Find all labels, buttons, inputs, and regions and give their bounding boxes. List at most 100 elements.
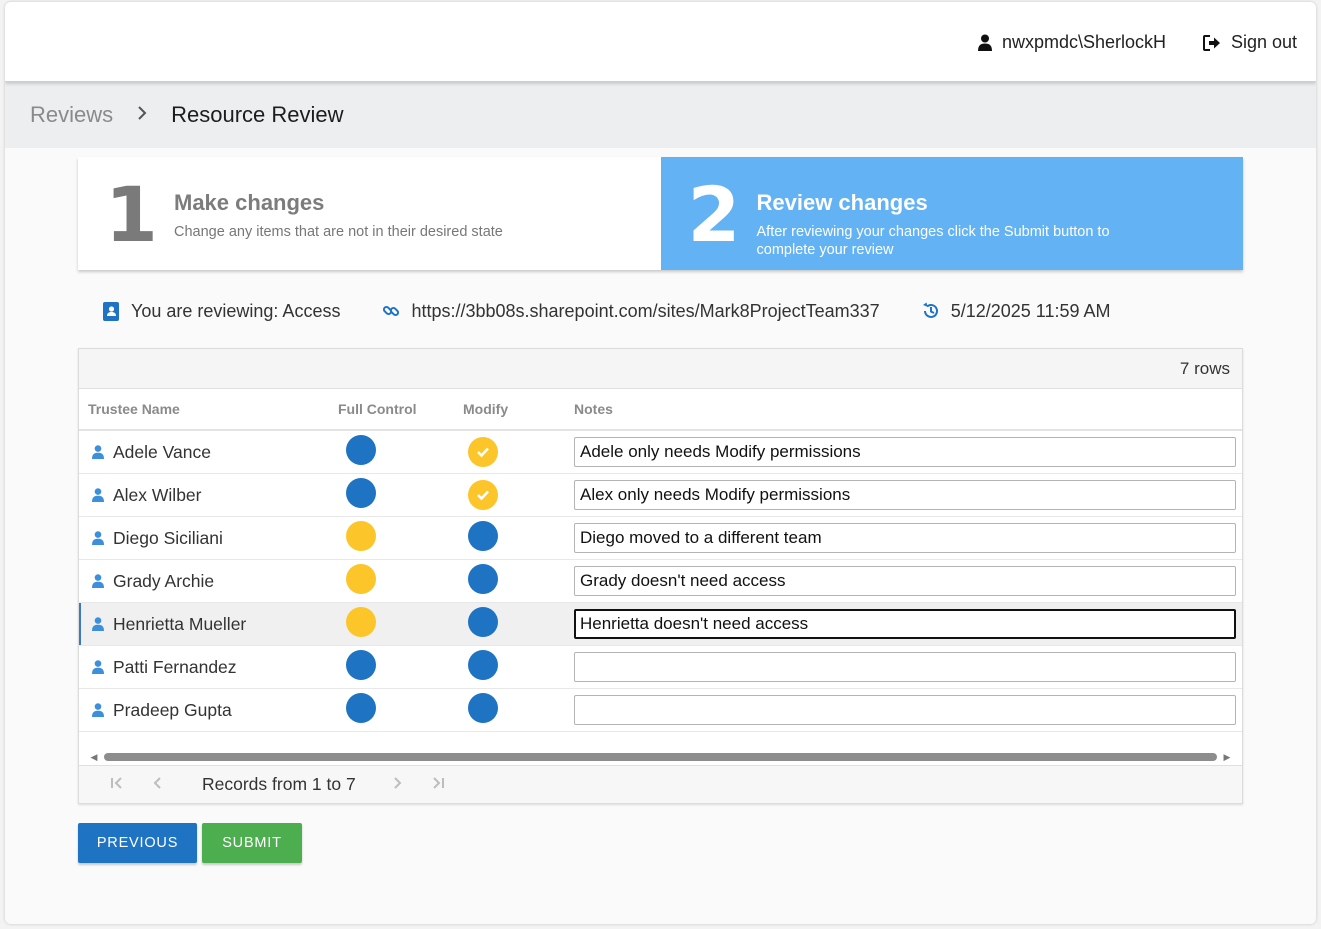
pager: Records from 1 to 7	[79, 765, 1242, 803]
timestamp-item: 5/12/2025 11:59 AM	[922, 301, 1111, 322]
user-icon	[977, 34, 992, 51]
full-control-blue-dot[interactable]	[346, 692, 376, 723]
column-header-full-control[interactable]: Full Control	[338, 401, 463, 417]
horizontal-scrollbar[interactable]: ◀ ▶	[87, 750, 1234, 764]
trustee-name: Pradeep Gupta	[113, 699, 232, 720]
notes-cell: Adele only needs Modify permissions	[574, 437, 1242, 467]
sign-out-label: Sign out	[1230, 32, 1297, 52]
user-icon	[92, 574, 104, 588]
notes-cell: Henrietta doesn't need access	[574, 609, 1242, 639]
modify-cell	[463, 692, 574, 728]
next-page-icon[interactable]	[378, 776, 418, 794]
grid-header: Trustee Name Full Control Modify Notes	[79, 389, 1242, 431]
full-control-cell	[338, 606, 463, 642]
table-row[interactable]: Pradeep Gupta	[79, 689, 1242, 732]
step-make-changes[interactable]: 1 Make changes Change any items that are…	[78, 157, 661, 270]
user-icon	[92, 617, 104, 631]
table-row[interactable]: Grady Archie Grady doesn't need access	[79, 560, 1242, 603]
step-description: Change any items that are not in their d…	[174, 224, 503, 240]
step-title: Make changes	[174, 190, 325, 215]
user-info: nwxpmdc\SherlockH	[977, 32, 1166, 53]
trustee-cell: Diego Siciliani	[79, 528, 338, 549]
notes-input[interactable]: Adele only needs Modify permissions	[574, 437, 1236, 467]
modify-cell	[463, 563, 574, 599]
notes-cell	[574, 652, 1242, 682]
notes-input[interactable]: Grady doesn't need access	[574, 566, 1236, 596]
table-row[interactable]: Henrietta Mueller Henrietta doesn't need …	[79, 603, 1242, 646]
breadcrumb-reviews[interactable]: Reviews	[30, 102, 113, 128]
notes-cell: Alex only needs Modify permissions	[574, 480, 1242, 510]
modify-cell	[463, 520, 574, 556]
prev-page-icon[interactable]	[137, 776, 177, 794]
step-number: 1	[105, 170, 158, 259]
full-control-blue-dot[interactable]	[346, 649, 376, 680]
notes-input[interactable]	[574, 695, 1236, 725]
step-review-changes[interactable]: 2 Review changes After reviewing your ch…	[660, 157, 1243, 270]
grid-toolbar: 7 rows	[79, 349, 1242, 389]
trustee-name: Adele Vance	[113, 441, 211, 462]
full-control-cell	[338, 563, 463, 599]
user-icon	[92, 531, 104, 545]
history-icon	[922, 302, 940, 320]
trustee-cell: Patti Fernandez	[79, 657, 338, 678]
sign-out-icon	[1202, 34, 1221, 51]
modify-blue-dot[interactable]	[468, 649, 498, 680]
notes-input[interactable]: Diego moved to a different team	[574, 523, 1236, 553]
notes-input[interactable]: Alex only needs Modify permissions	[574, 480, 1236, 510]
submit-button[interactable]: SUBMIT	[202, 823, 302, 863]
table-row[interactable]: Adele Vance Adele only needs Modify permi…	[79, 431, 1242, 474]
username: nwxpmdc\SherlockH	[1001, 32, 1166, 52]
user-icon	[92, 445, 104, 459]
notes-input[interactable]: Henrietta doesn't need access	[574, 609, 1236, 639]
reviewing-text: You are reviewing: Access	[131, 300, 341, 321]
contact-book-icon	[103, 301, 120, 321]
last-page-icon[interactable]	[418, 776, 458, 794]
full-control-yellow-dot[interactable]	[346, 606, 376, 637]
review-grid: 7 rows Trustee Name Full Control Modify …	[78, 348, 1243, 804]
table-row[interactable]: Alex Wilber Alex only needs Modify permis…	[79, 474, 1242, 517]
user-icon	[92, 703, 104, 717]
modify-blue-dot[interactable]	[468, 520, 498, 551]
top-bar: nwxpmdc\SherlockH Sign out	[5, 2, 1316, 82]
first-page-icon[interactable]	[97, 776, 137, 794]
full-control-blue-dot[interactable]	[346, 434, 376, 465]
review-info: You are reviewing: Access https://3bb08s…	[103, 299, 1153, 323]
pager-text: Records from 1 to 7	[202, 774, 356, 794]
scroll-thumb[interactable]	[104, 753, 1217, 761]
review-timestamp: 5/12/2025 11:59 AM	[950, 300, 1111, 321]
column-header-notes[interactable]: Notes	[574, 401, 1242, 417]
table-row[interactable]: Patti Fernandez	[79, 646, 1242, 689]
previous-button[interactable]: PREVIOUS	[78, 823, 197, 863]
scroll-track[interactable]	[101, 753, 1220, 761]
trustee-cell: Grady Archie	[79, 571, 338, 592]
trustee-name: Alex Wilber	[113, 484, 202, 505]
full-control-yellow-dot[interactable]	[346, 520, 376, 551]
modify-cell	[463, 480, 574, 510]
scroll-left-icon[interactable]: ◀	[87, 752, 101, 763]
modify-blue-dot[interactable]	[468, 606, 498, 637]
link-icon	[382, 302, 400, 320]
resource-url: https://3bb08s.sharepoint.com/sites/Mark…	[411, 300, 880, 321]
modify-checked-icon[interactable]	[468, 480, 498, 510]
modify-blue-dot[interactable]	[468, 692, 498, 723]
notes-cell: Grady doesn't need access	[574, 566, 1242, 596]
trustee-cell: Adele Vance	[79, 442, 338, 463]
notes-cell	[574, 695, 1242, 725]
scroll-right-icon[interactable]: ▶	[1220, 752, 1234, 763]
full-control-blue-dot[interactable]	[346, 477, 376, 508]
row-count: 7 rows	[1179, 358, 1230, 378]
user-icon	[92, 660, 104, 674]
full-control-cell	[338, 434, 463, 470]
column-header-trustee[interactable]: Trustee Name	[79, 401, 338, 417]
trustee-cell: Pradeep Gupta	[79, 700, 338, 721]
column-header-modify[interactable]: Modify	[463, 401, 574, 417]
trustee-name: Diego Siciliani	[113, 527, 223, 548]
full-control-yellow-dot[interactable]	[346, 563, 376, 594]
chevron-right-icon	[137, 104, 147, 127]
breadcrumb: Reviews Resource Review	[5, 82, 1316, 148]
modify-blue-dot[interactable]	[468, 563, 498, 594]
table-row[interactable]: Diego Siciliani Diego moved to a differen…	[79, 517, 1242, 560]
modify-checked-icon[interactable]	[468, 437, 498, 467]
notes-input[interactable]	[574, 652, 1236, 682]
sign-out-link[interactable]: Sign out	[1202, 32, 1297, 53]
